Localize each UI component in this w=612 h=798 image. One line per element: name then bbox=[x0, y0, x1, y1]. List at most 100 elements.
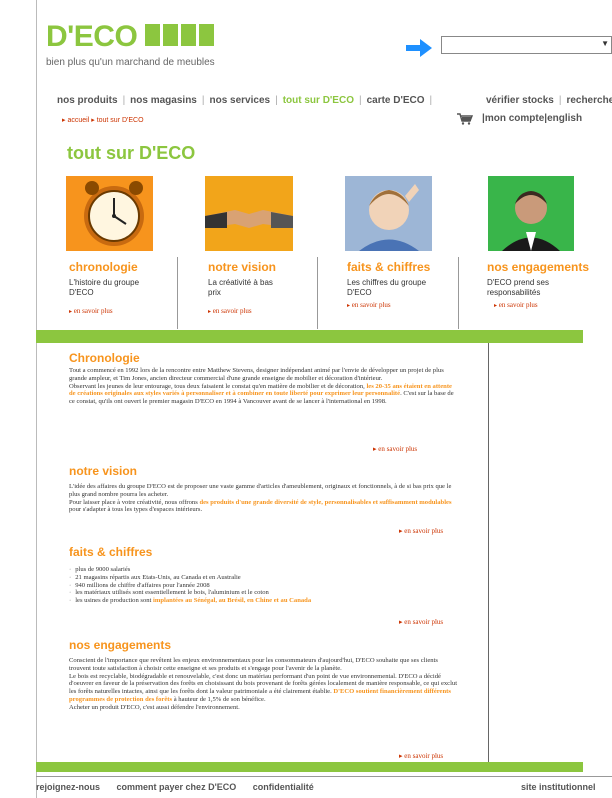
more-link-label: en savoir plus bbox=[404, 527, 444, 535]
chronologie-p1: Tout a commencé en 1992 lors de la renco… bbox=[69, 367, 444, 382]
arrow-right-small-icon: ▸ bbox=[347, 303, 351, 309]
more-link-chronologie[interactable]: ▸ en savoir plus bbox=[373, 445, 417, 453]
breadcrumb-accueil[interactable]: accueil bbox=[67, 117, 89, 124]
man-portrait-image[interactable] bbox=[488, 176, 574, 251]
footer-link-rejoignez-nous[interactable]: rejoignez-nous bbox=[36, 782, 100, 792]
mon-compte-link[interactable]: mon compte bbox=[485, 113, 544, 124]
nav-item-services[interactable]: nos services bbox=[209, 95, 270, 106]
section-title-vision: notre vision bbox=[69, 464, 138, 478]
child-image[interactable] bbox=[345, 176, 432, 251]
faits-highlight: implantées au Sénégal, au Brésil, en Chi… bbox=[153, 597, 312, 605]
more-link-label: en savoir plus bbox=[404, 618, 444, 626]
vision-p2: Pour laisser place à votre créativité, n… bbox=[69, 498, 452, 514]
vision-highlight: des produits d'une grande diversité de s… bbox=[199, 498, 452, 506]
section-title-faits: faits & chiffres bbox=[69, 545, 153, 559]
card-divider bbox=[177, 257, 178, 329]
deco-logo[interactable]: D'ECO bbox=[46, 20, 138, 54]
card-desc-engagements: D'ECO prend ses responsabilités bbox=[487, 278, 549, 297]
logo-blocks-icon bbox=[145, 24, 217, 46]
chronologie-text: Tout a commencé en 1992 lors de la renco… bbox=[69, 367, 459, 406]
card-title-faits[interactable]: faits & chiffres bbox=[347, 260, 430, 274]
card-link-label: en savoir plus bbox=[351, 301, 391, 309]
footer-links: rejoignez-nous comment payer chez D'ECO … bbox=[36, 782, 314, 792]
card-desc-vision: La créativité à bas prix bbox=[208, 278, 273, 297]
card-link-engagements[interactable]: ▸ en savoir plus bbox=[494, 301, 538, 309]
footer-divider bbox=[36, 776, 612, 777]
arrow-right-small-icon: ▸ bbox=[494, 303, 498, 309]
footer-link-comment-payer[interactable]: comment payer chez D'ECO bbox=[103, 782, 237, 792]
search-select[interactable]: ▼ bbox=[441, 36, 612, 54]
card-link-chronologie[interactable]: ▸ en savoir plus bbox=[69, 307, 113, 315]
more-link-engagements[interactable]: ▸ en savoir plus bbox=[399, 752, 443, 760]
tagline: bien plus qu'un marchand de meubles bbox=[46, 57, 215, 68]
engagements-p1: Conscient de l'importance que revêtent l… bbox=[69, 657, 438, 672]
arrow-right-small-icon: ▸ bbox=[399, 618, 403, 626]
nav-separator: | bbox=[429, 95, 433, 106]
page-title: tout sur D'ECO bbox=[67, 143, 196, 163]
nav-item-produits[interactable]: nos produits bbox=[57, 95, 118, 106]
green-divider-bar bbox=[36, 330, 583, 343]
footer-link-site-institutionnel[interactable]: site institutionnel bbox=[521, 782, 596, 792]
english-link[interactable]: english bbox=[547, 113, 582, 124]
recherche-link[interactable]: recherche bbox=[566, 95, 612, 106]
nav-separator: | bbox=[201, 95, 205, 106]
section-title-chronologie: Chronologie bbox=[69, 351, 140, 365]
arrow-right-small-icon: ▸ bbox=[373, 445, 377, 453]
green-footer-bar bbox=[36, 762, 583, 772]
card-title-engagements[interactable]: nos engagements bbox=[487, 260, 589, 274]
section-title-engagements: nos engagements bbox=[69, 638, 172, 652]
nav-separator: | bbox=[122, 95, 126, 106]
more-link-faits[interactable]: ▸ en savoir plus bbox=[399, 618, 443, 626]
card-divider bbox=[458, 257, 459, 329]
breadcrumb: ▸ accueil ▸ tout sur D'ECO bbox=[62, 116, 144, 124]
more-link-label: en savoir plus bbox=[378, 445, 418, 453]
list-item: les usines de production sont implantées… bbox=[69, 597, 459, 605]
utility-nav-bottom: |mon compte|english bbox=[482, 113, 582, 124]
footer-link-confidentialite[interactable]: confidentialité bbox=[239, 782, 314, 792]
chevron-down-icon: ▼ bbox=[601, 39, 609, 48]
nav-separator: | bbox=[358, 95, 362, 106]
card-desc-faits: Les chiffres du groupe D'ECO bbox=[347, 278, 427, 297]
arrow-right-small-icon: ▸ bbox=[208, 309, 212, 315]
clock-image[interactable] bbox=[66, 176, 153, 251]
cart-icon[interactable] bbox=[457, 113, 473, 125]
nav-item-magasins[interactable]: nos magasins bbox=[130, 95, 197, 106]
card-divider bbox=[317, 257, 318, 329]
card-link-faits[interactable]: ▸ en savoir plus bbox=[347, 301, 391, 309]
engagements-text: Conscient de l'importance que revêtent l… bbox=[69, 657, 459, 712]
utility-nav-top: vérifier stocks | recherche bbox=[486, 95, 612, 106]
card-title-vision[interactable]: notre vision bbox=[208, 260, 276, 274]
handshake-image[interactable] bbox=[205, 176, 293, 251]
verifier-stocks-link[interactable]: vérifier stocks bbox=[486, 95, 554, 106]
faits-list: plus de 9000 salariés 21 magasins répart… bbox=[69, 566, 459, 605]
breadcrumb-arrow-icon: ▸ bbox=[62, 117, 66, 124]
card-desc-chronologie: L'histoire du groupe D'ECO bbox=[69, 278, 140, 297]
more-link-vision[interactable]: ▸ en savoir plus bbox=[399, 527, 443, 535]
list-item: plus de 9000 salariés bbox=[69, 566, 459, 574]
nav-separator: | bbox=[275, 95, 278, 106]
engagements-p3: Acheter un produit D'ECO, c'est aussi dé… bbox=[69, 703, 240, 711]
breadcrumb-current: tout sur D'ECO bbox=[96, 117, 144, 124]
engagements-p2: Le bois est recyclable, biodégradable et… bbox=[69, 672, 458, 703]
nav-item-carte-deco[interactable]: carte D'ECO bbox=[367, 95, 425, 106]
list-item: les matériaux utilisés sont essentiellem… bbox=[69, 589, 459, 597]
arrow-right-small-icon: ▸ bbox=[399, 752, 403, 760]
vision-text: L'idée des affaires du groupe D'ECO est … bbox=[69, 483, 459, 514]
card-link-label: en savoir plus bbox=[212, 307, 252, 315]
card-title-chronologie[interactable]: chronologie bbox=[69, 260, 138, 274]
content-right-border bbox=[488, 343, 489, 763]
nav-separator: | bbox=[558, 95, 562, 106]
more-link-label: en savoir plus bbox=[404, 752, 444, 760]
card-link-label: en savoir plus bbox=[73, 307, 113, 315]
card-link-vision[interactable]: ▸ en savoir plus bbox=[208, 307, 252, 315]
chronologie-p2: Observant les jeunes de leur entourage, … bbox=[69, 382, 454, 406]
vision-p1: L'idée des affaires du groupe D'ECO est … bbox=[69, 483, 452, 498]
arrow-right-icon[interactable] bbox=[404, 38, 434, 58]
arrow-right-small-icon: ▸ bbox=[399, 527, 403, 535]
nav-item-tout-sur-deco[interactable]: tout sur D'ECO bbox=[283, 95, 354, 106]
breadcrumb-arrow-icon: ▸ bbox=[91, 117, 95, 124]
card-link-label: en savoir plus bbox=[498, 301, 538, 309]
main-nav: nos produits | nos magasins | nos services | t… bbox=[57, 95, 437, 106]
list-item: 940 millions de chiffre d'affaires pour … bbox=[69, 582, 459, 590]
list-item: 21 magasins répartis aux Etats-Unis, au … bbox=[69, 574, 459, 582]
